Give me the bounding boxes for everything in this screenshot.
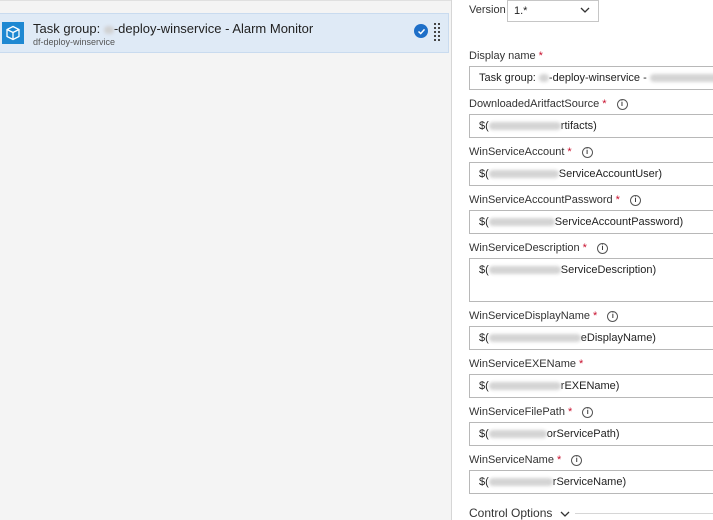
win-service-display-name-input[interactable]: $( eDisplayName) (469, 326, 713, 350)
task-item-title-suffix: -deploy-winservice - Alarm Monitor (113, 21, 314, 36)
required-marker: * (615, 194, 620, 206)
field-label-text: Display name (469, 50, 536, 62)
win-service-account-input[interactable]: $( ServiceAccountUser) (469, 162, 713, 186)
redacted-text (488, 170, 559, 179)
win-service-file-path-label: WinServiceFilePath * i (469, 406, 594, 418)
win-service-account-password-input[interactable]: $( ServiceAccountPassword) (469, 210, 713, 234)
task-item-subtitle: df-deploy-winservice (33, 37, 116, 47)
redacted-text (488, 122, 561, 131)
required-marker: * (567, 146, 572, 158)
win-service-exe-name-input[interactable]: $( rEXEName) (469, 374, 713, 398)
win-service-description-label: WinServiceDescription * i (469, 242, 608, 254)
win-service-description-textarea[interactable]: $( ServiceDescription) (469, 258, 713, 302)
field-label-text: WinServiceDescription (469, 242, 580, 254)
field-value-prefix: $( (479, 428, 489, 440)
field-value-prefix: $( (479, 120, 489, 132)
redacted-text (488, 218, 555, 227)
drag-handle-icon[interactable] (434, 22, 440, 44)
required-marker: * (593, 310, 598, 322)
version-select-value: 1.* (514, 5, 528, 17)
field-value-suffix: rEXEName) (560, 380, 620, 392)
redacted-text (538, 74, 549, 83)
control-options-label: Control Options (469, 506, 553, 520)
redacted-text (488, 266, 561, 275)
field-value-suffix: rServiceName) (552, 476, 627, 488)
required-marker: * (567, 406, 573, 418)
field-value-prefix: $( (479, 476, 489, 488)
info-icon[interactable]: i (616, 99, 628, 110)
control-options-toggle[interactable]: Control Options (469, 506, 571, 520)
field-value-prefix: $( (479, 332, 489, 344)
field-value-prefix: $( (479, 380, 489, 392)
task-list-pane: Task group: -deploy-winservice - Alarm M… (0, 0, 451, 520)
field-label-text: WinServiceDisplayName (469, 310, 591, 322)
downloaded-artifact-source-input[interactable]: $( rtifacts) (469, 114, 713, 138)
task-properties-pane: Version 1.* Display name * Task group: -d… (452, 0, 713, 520)
win-service-name-label: WinServiceName * i (469, 454, 583, 466)
required-marker: * (538, 50, 543, 62)
field-value-suffix: orServicePath) (546, 428, 620, 440)
control-options-divider (575, 513, 713, 514)
task-item-title-prefix: Task group: (33, 21, 104, 36)
task-list-item-alarm-monitor[interactable]: Task group: -deploy-winservice - Alarm M… (0, 13, 449, 53)
win-service-exe-name-label: WinServiceEXEName * (469, 358, 583, 370)
redacted-text (649, 74, 713, 83)
field-label-text: WinServiceAccount (469, 146, 565, 158)
field-value-suffix: rtifacts) (560, 120, 597, 132)
task-list-top-divider (0, 0, 451, 1)
info-icon[interactable]: i (581, 147, 593, 158)
field-value-prefix: $( (479, 168, 489, 180)
required-marker: * (578, 358, 584, 370)
field-value-suffix: ServiceDescription) (560, 264, 657, 276)
field-value-prefix: $( (479, 264, 489, 276)
version-select[interactable]: 1.* (507, 0, 599, 22)
redacted-text (488, 430, 547, 439)
win-service-file-path-input[interactable]: $( orServicePath) (469, 422, 713, 446)
field-value-prefix: $( (479, 216, 489, 228)
version-label: Version (469, 4, 506, 16)
required-marker: * (582, 242, 587, 254)
info-icon[interactable]: i (582, 407, 594, 418)
redacted-text (488, 382, 561, 391)
enabled-check-icon[interactable] (414, 24, 428, 38)
win-service-display-name-label: WinServiceDisplayName * i (469, 310, 619, 322)
field-label-text: WinServiceFilePath (469, 406, 565, 418)
task-item-title: Task group: -deploy-winservice - Alarm M… (33, 21, 313, 36)
required-marker: * (556, 454, 562, 466)
chevron-down-icon (560, 511, 570, 517)
redacted-text (488, 478, 553, 487)
field-label-text: WinServiceEXEName (469, 358, 576, 370)
field-value-suffix: eDisplayName) (580, 332, 656, 344)
chevron-down-icon (580, 7, 590, 13)
display-name-label: Display name * (469, 50, 543, 62)
info-icon[interactable]: i (607, 311, 619, 322)
info-icon[interactable]: i (596, 243, 608, 254)
task-group-cube-icon (2, 22, 24, 44)
field-label-text: DownloadedAritfactSource (469, 98, 600, 110)
display-name-input[interactable]: Task group: -deploy-winservice - (469, 66, 713, 90)
field-label-text: WinServiceAccountPassword (469, 194, 613, 206)
win-service-name-input[interactable]: $( rServiceName) (469, 470, 713, 494)
field-value-suffix: ServiceAccountPassword) (554, 216, 684, 228)
field-value-prefix: Task group: (479, 72, 539, 84)
required-marker: * (602, 98, 607, 110)
field-value-suffix: ServiceAccountUser) (558, 168, 663, 180)
info-icon[interactable]: i (571, 455, 583, 466)
field-label-text: WinServiceName (469, 454, 554, 466)
redacted-text (103, 25, 114, 34)
win-service-account-password-label: WinServiceAccountPassword * i (469, 194, 641, 206)
downloaded-artifact-source-label: DownloadedAritfactSource * i (469, 98, 628, 110)
win-service-account-label: WinServiceAccount * i (469, 146, 593, 158)
redacted-text (488, 334, 581, 343)
info-icon[interactable]: i (629, 195, 641, 206)
field-value-suffix: -deploy-winservice - (548, 72, 650, 84)
